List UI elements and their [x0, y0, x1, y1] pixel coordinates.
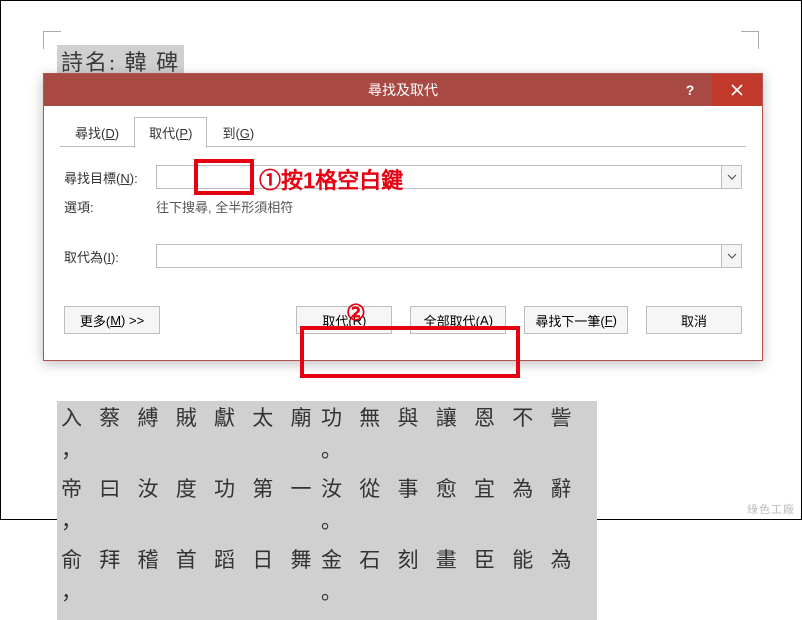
replace-dropdown-button[interactable] [721, 245, 741, 267]
title-actions: ? [668, 74, 762, 106]
close-button[interactable] [712, 74, 762, 106]
chevron-down-icon [727, 253, 737, 259]
doc-line: 俞 拜 稽 首 蹈 日 舞 ， 金 石 刻 畫 臣 能 為 。 [61, 545, 593, 608]
options-value: 往下搜尋, 全半形須相符 [156, 197, 293, 216]
options-row: 選項: 往下搜尋, 全半形須相符 [64, 197, 742, 216]
find-label: 尋找目標(N): [64, 168, 156, 187]
tab-find[interactable]: 尋找(D) [60, 117, 134, 148]
find-input[interactable] [157, 166, 721, 188]
find-next-button[interactable]: 尋找下一筆(F) [524, 306, 628, 334]
replace-label: 取代為(I): [64, 247, 156, 266]
replace-combobox[interactable] [156, 244, 742, 268]
form-area: 尋找目標(N): 選項: 往下搜尋, 全半形須相符 取代為(I): [60, 147, 746, 344]
find-replace-dialog: 尋找及取代 ? 尋找(D) 取代(P) 到(G) 尋找目標(N): [43, 73, 763, 361]
crop-mark-tr [741, 31, 759, 49]
button-row: 更多(M) >> 取代(R) 全部取代(A) 尋找下一筆(F) 取消 [64, 306, 742, 334]
tab-replace[interactable]: 取代(P) [134, 117, 207, 148]
watermark: 綠色工廠 [747, 501, 795, 517]
dialog-body: 尋找(D) 取代(P) 到(G) 尋找目標(N): 選項: 往下搜尋, 全半形須… [44, 106, 762, 360]
dialog-title: 尋找及取代 [368, 80, 438, 100]
tab-goto[interactable]: 到(G) [207, 117, 269, 148]
tabs: 尋找(D) 取代(P) 到(G) [60, 116, 746, 147]
help-button[interactable]: ? [668, 74, 712, 106]
dialog-titlebar[interactable]: 尋找及取代 ? [44, 74, 762, 106]
more-button[interactable]: 更多(M) >> [64, 306, 160, 334]
close-icon [731, 84, 743, 96]
doc-line: 入 蔡 縛 賊 獻 太 廟 ， 功 無 與 讓 恩 不 訾 。 [61, 403, 593, 466]
cancel-button[interactable]: 取消 [646, 306, 742, 334]
find-combobox[interactable] [156, 165, 742, 189]
find-dropdown-button[interactable] [721, 166, 741, 188]
doc-body-snippet: 入 蔡 縛 賊 獻 太 廟 ， 功 無 與 讓 恩 不 訾 。 帝 曰 汝 度 … [57, 401, 597, 620]
replace-row: 取代為(I): [64, 244, 742, 268]
chevron-down-icon [727, 174, 737, 180]
options-label: 選項: [64, 197, 156, 216]
replace-input[interactable] [157, 245, 721, 267]
replace-all-button[interactable]: 全部取代(A) [410, 306, 506, 334]
doc-line: 帝 曰 汝 度 功 第 一 ， 汝 從 事 愈 宜 為 辭 。 [61, 474, 593, 537]
replace-button[interactable]: 取代(R) [296, 306, 392, 334]
find-row: 尋找目標(N): [64, 165, 742, 189]
